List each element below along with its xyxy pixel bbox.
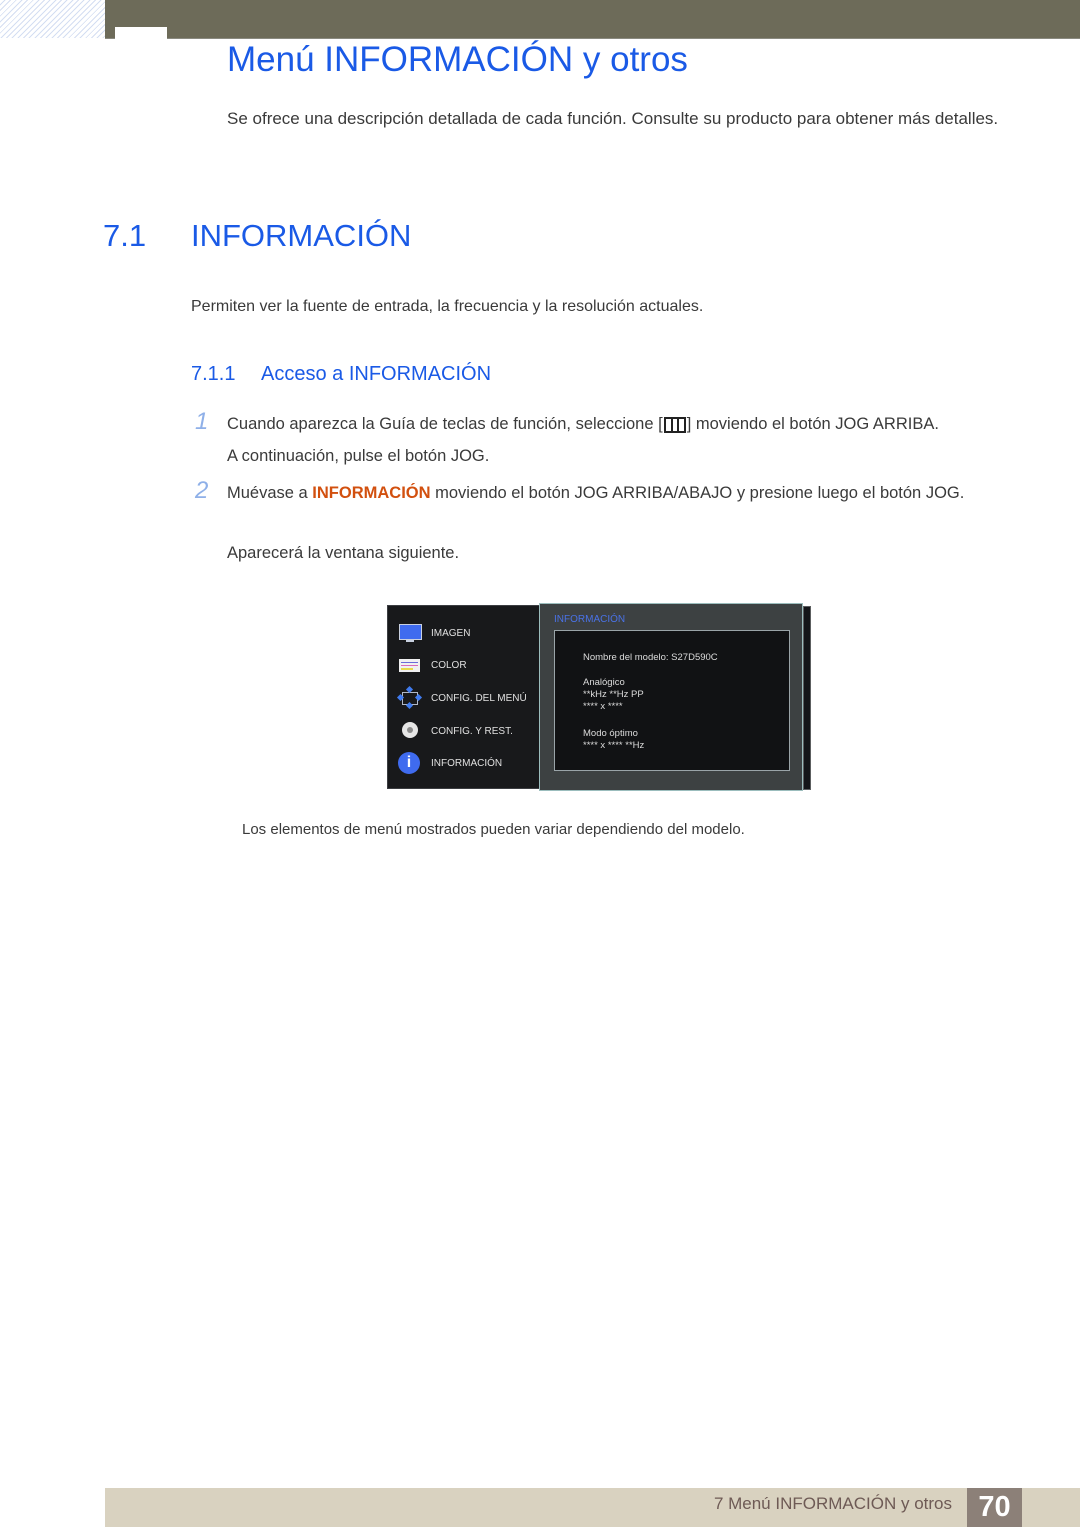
osd-menu-label: IMAGEN <box>431 627 471 639</box>
chapter-title: Menú INFORMACIÓN y otros <box>227 40 688 79</box>
chapter-intro: Se ofrece una descripción detallada de c… <box>227 109 999 128</box>
section-description: Permiten ver la fuente de entrada, la fr… <box>191 298 704 315</box>
header-hatch-decoration <box>0 0 105 38</box>
osd-info-panel: INFORMACIÓN Nombre del modelo: S27D590C … <box>539 603 803 791</box>
subsection-number: 7.1.1 <box>191 363 236 385</box>
menu-key-icon <box>663 417 686 433</box>
osd-resolution: **** x **** <box>583 701 623 712</box>
color-bars-icon <box>398 654 422 676</box>
osd-frequency: **kHz **Hz PP <box>583 689 644 700</box>
osd-menu-item-informacion[interactable]: i INFORMACIÓN <box>398 751 502 775</box>
step-text: Cuando aparezca la Guía de teclas de fun… <box>227 410 939 438</box>
info-icon: i <box>398 752 422 774</box>
osd-signal-type: Analógico <box>583 677 625 688</box>
osd-menu-label: CONFIG. Y REST. <box>431 725 513 737</box>
step-text-part: moviendo el botón JOG ARRIBA/ABAJO y pre… <box>430 484 965 502</box>
section-number: 7.1 <box>103 218 147 253</box>
header-bar <box>105 0 1080 39</box>
figure-caption: Los elementos de menú mostrados pueden v… <box>242 821 745 838</box>
menu-settings-arrows-icon <box>396 685 423 710</box>
osd-optimal-mode-value: **** x **** **Hz <box>583 740 645 751</box>
osd-info-box: Nombre del modelo: S27D590C Analógico **… <box>554 630 790 771</box>
highlight-term: INFORMACIÓN <box>312 484 431 502</box>
osd-menu-label: CONFIG. DEL MENÚ <box>431 692 527 704</box>
osd-menu-item-config-menu[interactable]: CONFIG. DEL MENÚ <box>396 685 527 710</box>
monitor-icon <box>398 622 422 644</box>
step-number: 1 <box>195 408 209 435</box>
step-text-part: ] moviendo el botón JOG ARRIBA. <box>686 415 939 433</box>
osd-main-menu: IMAGEN COLOR CONFIG. DEL MENÚ CONFIG. Y … <box>387 605 541 789</box>
step-note: Aparecerá la ventana siguiente. <box>227 544 460 562</box>
osd-panel-title: INFORMACIÓN <box>554 614 626 625</box>
osd-menu-item-color[interactable]: COLOR <box>398 653 467 677</box>
osd-menu-item-config-reset[interactable]: CONFIG. Y REST. <box>398 719 513 743</box>
header-tab-decoration <box>115 27 167 39</box>
step-text-continuation: A continuación, pulse el botón JOG. <box>227 447 490 465</box>
osd-frame-edge <box>803 606 811 790</box>
step-text: Muévase a INFORMACIÓN moviendo el botón … <box>227 479 987 507</box>
gear-icon <box>398 720 422 742</box>
footer-chapter-label: 7 Menú INFORMACIÓN y otros <box>713 1494 952 1513</box>
osd-model-name: Nombre del modelo: S27D590C <box>583 652 718 663</box>
osd-optimal-mode-label: Modo óptimo <box>583 728 638 739</box>
step-number: 2 <box>195 477 209 504</box>
step-text-part: Cuando aparezca la Guía de teclas de fun… <box>227 415 663 433</box>
page-number: 70 <box>967 1488 1022 1527</box>
osd-menu-item-imagen[interactable]: IMAGEN <box>398 621 470 645</box>
subsection-title: Acceso a INFORMACIÓN <box>261 363 492 385</box>
section-title: INFORMACIÓN <box>191 218 412 253</box>
osd-menu-label: COLOR <box>431 659 467 671</box>
osd-menu-label: INFORMACIÓN <box>431 757 503 769</box>
step-text-part: Muévase a <box>227 484 313 502</box>
